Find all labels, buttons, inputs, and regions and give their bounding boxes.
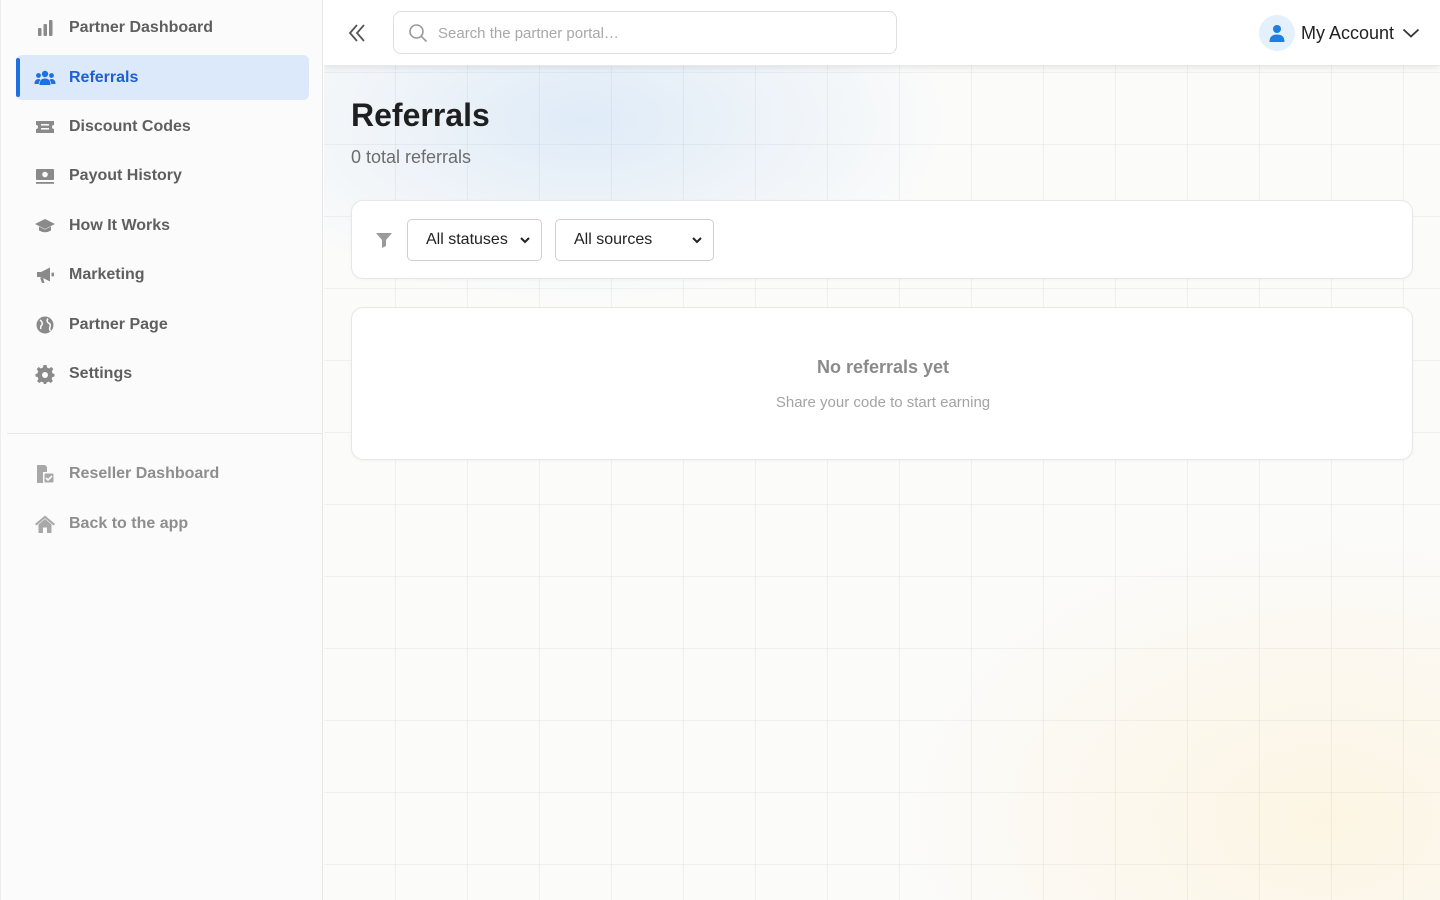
sidebar-item-how-it-works[interactable]: How It Works [16, 203, 309, 248]
sidebar-item-payout-history[interactable]: Payout History [16, 153, 309, 198]
sidebar-item-marketing[interactable]: Marketing [16, 252, 309, 297]
sidebar-item-label: Discount Codes [69, 117, 191, 135]
sidebar-item-label: Partner Dashboard [69, 18, 214, 36]
chevron-down-icon [1402, 27, 1420, 39]
gear-icon [34, 363, 56, 385]
sidebar-item-referrals[interactable]: Referrals [16, 55, 309, 100]
status-filter-value: All statuses [426, 231, 508, 248]
reseller-icon [34, 463, 56, 485]
sidebar-item-back-to-app[interactable]: Back to the app [16, 501, 309, 546]
referral-count: 0 total referrals [351, 147, 472, 167]
main-content: My Account Referrals 0 total referrals A… [324, 0, 1440, 900]
top-bar: My Account [324, 0, 1440, 66]
sidebar-item-label: Marketing [69, 265, 145, 283]
home-icon [34, 513, 56, 535]
users-icon [34, 67, 56, 89]
bar-chart-icon [34, 17, 56, 39]
empty-state-card: No referrals yet Share your code to star… [351, 307, 1413, 460]
filter-bar: All statuses All sources [351, 200, 1413, 279]
account-menu-button[interactable]: My Account [1258, 14, 1420, 52]
collapse-sidebar-button[interactable] [344, 20, 370, 46]
sidebar-item-settings[interactable]: Settings [16, 351, 309, 396]
search-icon [408, 23, 428, 48]
status-filter-select[interactable]: All statuses [407, 219, 542, 261]
sidebar-item-label: How It Works [69, 216, 171, 234]
ticket-icon [34, 116, 56, 138]
source-filter-value: All sources [574, 231, 653, 248]
double-chevron-left-icon [347, 23, 367, 43]
megaphone-icon [34, 264, 56, 286]
source-filter-select[interactable]: All sources [555, 219, 714, 261]
sidebar-item-label: Back to the app [69, 514, 189, 532]
sidebar-item-label: Settings [69, 364, 133, 382]
globe-icon [34, 314, 56, 336]
filter-icon [375, 231, 393, 254]
sidebar-item-label: Partner Page [69, 315, 168, 333]
sidebar-item-label: Payout History [69, 166, 182, 184]
account-label: My Account [1300, 22, 1394, 43]
search-box [393, 11, 897, 54]
money-bill-icon [34, 165, 56, 187]
page-title: Referrals [351, 97, 490, 133]
sidebar-item-label: Reseller Dashboard [69, 464, 220, 482]
empty-state-message: Share your code to start earning [775, 394, 991, 411]
sidebar-item-discount-codes[interactable]: Discount Codes [16, 104, 309, 149]
empty-state-title: No referrals yet [816, 357, 950, 377]
sidebar-item-partner-page[interactable]: Partner Page [16, 302, 309, 347]
sidebar-item-partner-dashboard[interactable]: Partner Dashboard [16, 5, 309, 50]
sidebar-divider [7, 433, 323, 434]
avatar [1258, 15, 1295, 51]
sidebar: Partner Dashboard Referrals Discount Cod… [0, 0, 323, 900]
graduation-cap-icon [34, 215, 56, 237]
sidebar-item-reseller-dashboard[interactable]: Reseller Dashboard [16, 451, 309, 496]
chevron-down-icon [519, 234, 531, 246]
chevron-down-icon [691, 234, 703, 246]
sidebar-item-label: Referrals [69, 68, 139, 86]
user-icon [1269, 24, 1285, 42]
search-input[interactable] [438, 20, 878, 46]
